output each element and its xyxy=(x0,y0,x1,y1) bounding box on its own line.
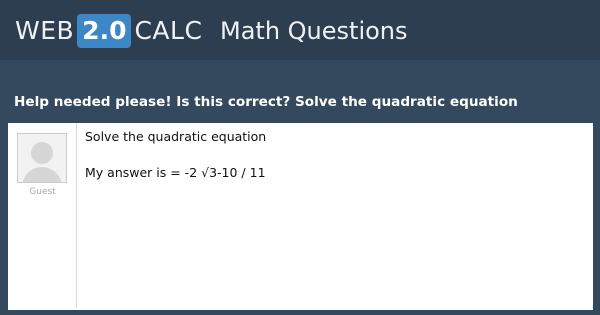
logo-calc: CALC xyxy=(134,16,203,45)
post-text-line: Solve the quadratic equation xyxy=(85,129,267,144)
question-title: Help needed please! Is this correct? Sol… xyxy=(14,94,518,110)
post-text-line: My answer is = -2 √3-10 / 11 xyxy=(85,165,266,180)
site-logo[interactable]: WEB 2.0 CALC xyxy=(15,14,202,48)
logo-web: WEB xyxy=(15,16,75,45)
avatar xyxy=(17,133,67,183)
author-name: Guest xyxy=(29,187,56,197)
avatar-head-icon xyxy=(31,142,53,164)
question-title-bar: Help needed please! Is this correct? Sol… xyxy=(5,83,595,123)
site-header: WEB 2.0 CALC Math Questions xyxy=(0,0,600,60)
logo-version-badge: 2.0 xyxy=(77,14,132,48)
author-column: Guest xyxy=(8,123,77,308)
section-title[interactable]: Math Questions xyxy=(220,14,408,48)
question-post: Guest Solve the quadratic equation My an… xyxy=(8,123,593,310)
avatar-body-icon xyxy=(22,167,62,182)
